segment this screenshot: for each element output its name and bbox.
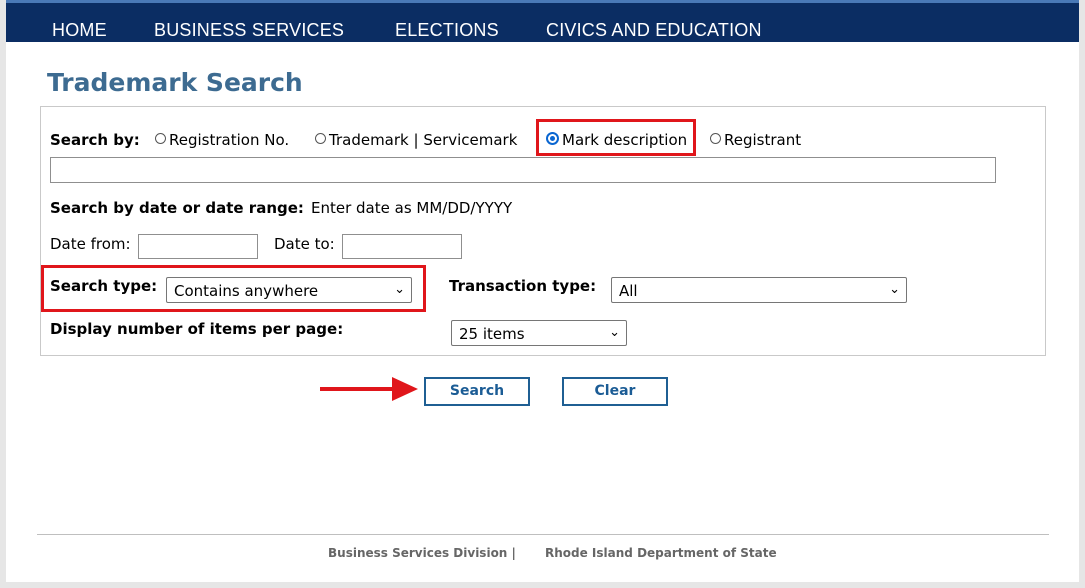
search-button[interactable]: Search [424, 377, 530, 406]
search-type-select[interactable]: Contains anywhere ⌄ [166, 277, 412, 303]
nav-item-civics-and-education[interactable]: CIVICS AND EDUCATION [546, 20, 762, 41]
date-range-heading: Search by date or date range: [50, 199, 304, 217]
radio-registrant-circle[interactable] [710, 133, 721, 144]
nav-item-business-services[interactable]: BUSINESS SERVICES [154, 20, 344, 41]
radio-trademark-servicemark[interactable]: Trademark | Servicemark [315, 131, 517, 149]
footer-department-link[interactable]: Rhode Island Department of State [545, 546, 777, 560]
date-from-label: Date from: [50, 235, 131, 253]
radio-registrant[interactable]: Registrant [710, 131, 801, 149]
radio-mark-description-label: Mark description [562, 131, 688, 149]
transaction-type-label: Transaction type: [449, 277, 597, 295]
radio-registration-no[interactable]: Registration No. [155, 131, 289, 149]
nav-item-home[interactable]: HOME [52, 20, 107, 41]
transaction-type-select[interactable]: All ⌄ [611, 277, 907, 303]
items-per-page-select[interactable]: 25 items ⌄ [451, 320, 627, 346]
date-to-input[interactable] [342, 234, 462, 259]
radio-trademark-servicemark-circle[interactable] [315, 133, 326, 144]
items-per-page-selected-value: 25 items [459, 325, 525, 343]
page-container: HOME BUSINESS SERVICES ELECTIONS CIVICS … [6, 0, 1079, 582]
clear-button[interactable]: Clear [562, 377, 668, 406]
footer-business-services-link[interactable]: Business Services Division | [328, 546, 516, 560]
chevron-down-icon: ⌄ [889, 282, 900, 297]
radio-trademark-servicemark-label: Trademark | Servicemark [329, 131, 518, 149]
page-title: Trademark Search [47, 68, 303, 97]
date-from-input[interactable] [138, 234, 258, 259]
red-arrow-icon [320, 377, 418, 401]
search-type-label: Search type: [50, 277, 158, 295]
radio-registration-no-label: Registration No. [169, 131, 290, 149]
radio-mark-description[interactable]: Mark description [546, 131, 687, 149]
date-to-label: Date to: [274, 235, 335, 253]
radio-registrant-label: Registrant [724, 131, 802, 149]
chevron-down-icon: ⌄ [609, 325, 620, 340]
radio-registration-no-circle[interactable] [155, 133, 166, 144]
search-term-input[interactable] [50, 157, 996, 183]
nav-item-elections[interactable]: ELECTIONS [395, 20, 499, 41]
date-format-hint: Enter date as MM/DD/YYYY [311, 199, 513, 217]
footer-divider [37, 534, 1049, 535]
top-navigation: HOME BUSINESS SERVICES ELECTIONS CIVICS … [6, 0, 1079, 42]
items-per-page-label: Display number of items per page: [50, 320, 344, 338]
transaction-type-selected-value: All [619, 282, 638, 300]
search-type-selected-value: Contains anywhere [174, 282, 319, 300]
chevron-down-icon: ⌄ [394, 282, 405, 297]
search-by-label: Search by: [50, 131, 140, 149]
radio-mark-description-circle[interactable] [546, 132, 559, 145]
